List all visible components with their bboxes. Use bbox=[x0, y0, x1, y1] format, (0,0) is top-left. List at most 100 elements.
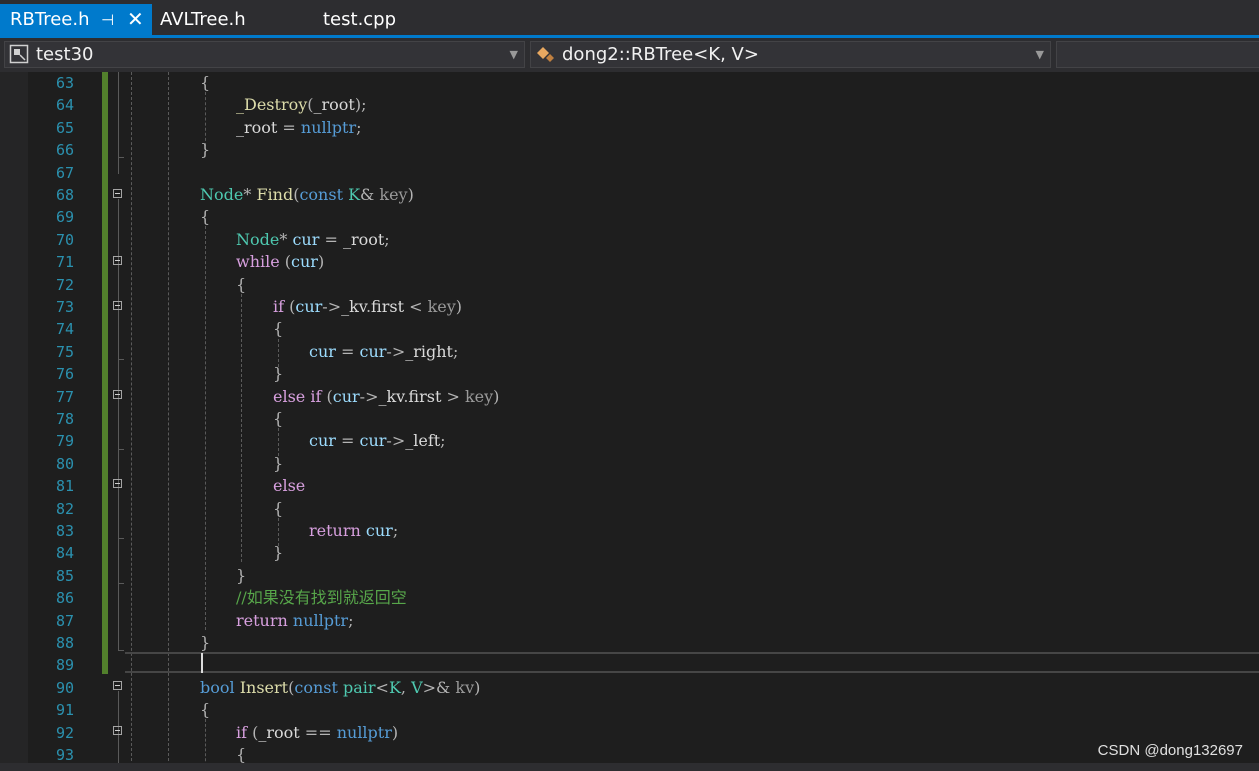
outline-end bbox=[118, 650, 124, 651]
text-cursor bbox=[201, 653, 203, 673]
line-number: 85 bbox=[55, 566, 74, 585]
code-line-71: while (cur) bbox=[236, 252, 325, 272]
scope-name: dong2::RBTree<K, V> bbox=[562, 44, 759, 65]
code-line-63: { bbox=[200, 73, 211, 92]
collapse-icon[interactable] bbox=[113, 479, 122, 488]
class-icon bbox=[535, 44, 557, 73]
code-line-88: } bbox=[200, 633, 211, 652]
document-tab-bar: RBTree.h ⊣ ✕ AVLTree.h test.cpp bbox=[0, 0, 1259, 36]
project-icon bbox=[9, 44, 29, 71]
indent-guide bbox=[205, 92, 206, 146]
line-number: 82 bbox=[55, 499, 74, 518]
outline-end bbox=[118, 359, 124, 360]
line-number: 71 bbox=[55, 253, 74, 272]
line-number: 90 bbox=[55, 678, 74, 697]
line-number: 78 bbox=[55, 410, 74, 428]
code-line-87: return nullptr; bbox=[236, 610, 354, 630]
line-number: 76 bbox=[55, 365, 74, 384]
line-number: 74 bbox=[55, 320, 74, 339]
code-editor[interactable]: 63 64 65 66 67 68 69 70 71 72 73 74 75 7… bbox=[0, 72, 1259, 771]
collapse-icon[interactable] bbox=[113, 681, 122, 690]
editor-status-strip bbox=[0, 763, 1259, 771]
collapse-icon[interactable] bbox=[113, 390, 122, 399]
change-tracking-bar bbox=[102, 72, 108, 674]
code-line-83: return cur; bbox=[309, 521, 399, 540]
tab-avltree-h[interactable]: AVLTree.h bbox=[150, 4, 300, 35]
line-number: 88 bbox=[55, 634, 74, 652]
collapse-icon[interactable] bbox=[113, 301, 122, 310]
member-dropdown[interactable] bbox=[1056, 41, 1259, 68]
tab-label: AVLTree.h bbox=[160, 9, 246, 30]
code-line-64: _Destroy(_root); bbox=[236, 95, 367, 115]
scope-dropdown[interactable]: dong2::RBTree<K, V> ▼ bbox=[530, 41, 1051, 68]
line-number: 69 bbox=[55, 208, 74, 227]
outline-end bbox=[118, 583, 124, 584]
code-line-68: Node* Find(const K& key) bbox=[200, 185, 414, 204]
collapse-icon[interactable] bbox=[113, 189, 122, 198]
outline-end bbox=[118, 157, 124, 158]
code-line-66: } bbox=[200, 140, 211, 160]
tab-label: test.cpp bbox=[323, 9, 397, 30]
outline-line bbox=[118, 72, 119, 174]
code-line-77: else if (cur->_kv.first > key) bbox=[273, 386, 500, 406]
indent-guide bbox=[205, 226, 206, 630]
line-number: 92 bbox=[55, 723, 74, 742]
line-number: 84 bbox=[55, 544, 74, 563]
line-number: 79 bbox=[55, 432, 74, 451]
line-number: 89 bbox=[55, 656, 74, 675]
watermark: CSDN @dong132697 bbox=[1097, 742, 1243, 759]
line-number: 91 bbox=[55, 701, 74, 720]
line-number: 87 bbox=[55, 611, 74, 630]
code-line-82: { bbox=[273, 498, 284, 518]
code-line-75: cur = cur->_right; bbox=[309, 341, 459, 361]
code-line-76: } bbox=[273, 364, 284, 384]
close-icon[interactable]: ✕ bbox=[127, 4, 144, 35]
collapse-icon[interactable] bbox=[113, 726, 122, 735]
code-line-69: { bbox=[200, 207, 211, 227]
line-number: 72 bbox=[55, 275, 74, 294]
code-line-90: bool Insert(const pair<K, V>& kv) bbox=[200, 677, 481, 697]
project-name: test30 bbox=[36, 44, 94, 65]
code-line-74: { bbox=[273, 319, 284, 339]
chevron-down-icon: ▼ bbox=[509, 48, 518, 61]
line-number: 73 bbox=[55, 298, 74, 316]
code-line-65: _root = nullptr; bbox=[236, 117, 362, 137]
line-number: 75 bbox=[55, 342, 74, 361]
pin-icon[interactable]: ⊣ bbox=[101, 5, 114, 36]
code-line-91: { bbox=[200, 700, 211, 720]
line-number: 66 bbox=[55, 141, 74, 160]
line-number: 80 bbox=[55, 454, 74, 473]
line-number: 67 bbox=[55, 163, 74, 182]
indent-guide bbox=[278, 428, 279, 456]
line-number: 68 bbox=[55, 186, 74, 204]
line-number: 63 bbox=[55, 74, 74, 92]
line-number: 70 bbox=[55, 230, 74, 249]
outline-end bbox=[118, 538, 124, 539]
indent-guide bbox=[241, 294, 242, 562]
line-number: 65 bbox=[55, 118, 74, 137]
code-line-84: } bbox=[273, 543, 284, 563]
tab-rbtree-h[interactable]: RBTree.h ⊣ ✕ bbox=[0, 4, 152, 35]
line-number: 86 bbox=[55, 589, 74, 608]
chevron-down-icon: ▼ bbox=[1035, 48, 1044, 61]
indicator-margin bbox=[0, 72, 28, 771]
collapse-icon[interactable] bbox=[113, 256, 122, 265]
line-number: 81 bbox=[55, 477, 74, 496]
project-dropdown[interactable]: test30 ▼ bbox=[4, 41, 525, 68]
code-line-79: cur = cur->_left; bbox=[309, 431, 446, 451]
line-number: 83 bbox=[55, 522, 74, 540]
line-number: 64 bbox=[55, 96, 74, 115]
line-number: 77 bbox=[55, 387, 74, 406]
code-line-72: { bbox=[236, 274, 247, 294]
outline-end bbox=[118, 449, 124, 450]
tab-label: RBTree.h bbox=[10, 9, 90, 30]
code-line-81: else bbox=[273, 476, 306, 496]
code-line-85: } bbox=[236, 565, 247, 585]
tab-test-cpp[interactable]: test.cpp bbox=[313, 4, 433, 35]
current-line-highlight bbox=[125, 652, 1259, 673]
code-line-86: //如果没有找到就返回空 bbox=[236, 588, 407, 608]
code-line-78: { bbox=[273, 409, 284, 428]
code-line-70: Node* cur = _root; bbox=[236, 229, 390, 249]
code-line-73: if (cur->_kv.first < key) bbox=[273, 297, 463, 316]
navigation-bar: test30 ▼ dong2::RBTree<K, V> ▼ bbox=[0, 38, 1259, 72]
